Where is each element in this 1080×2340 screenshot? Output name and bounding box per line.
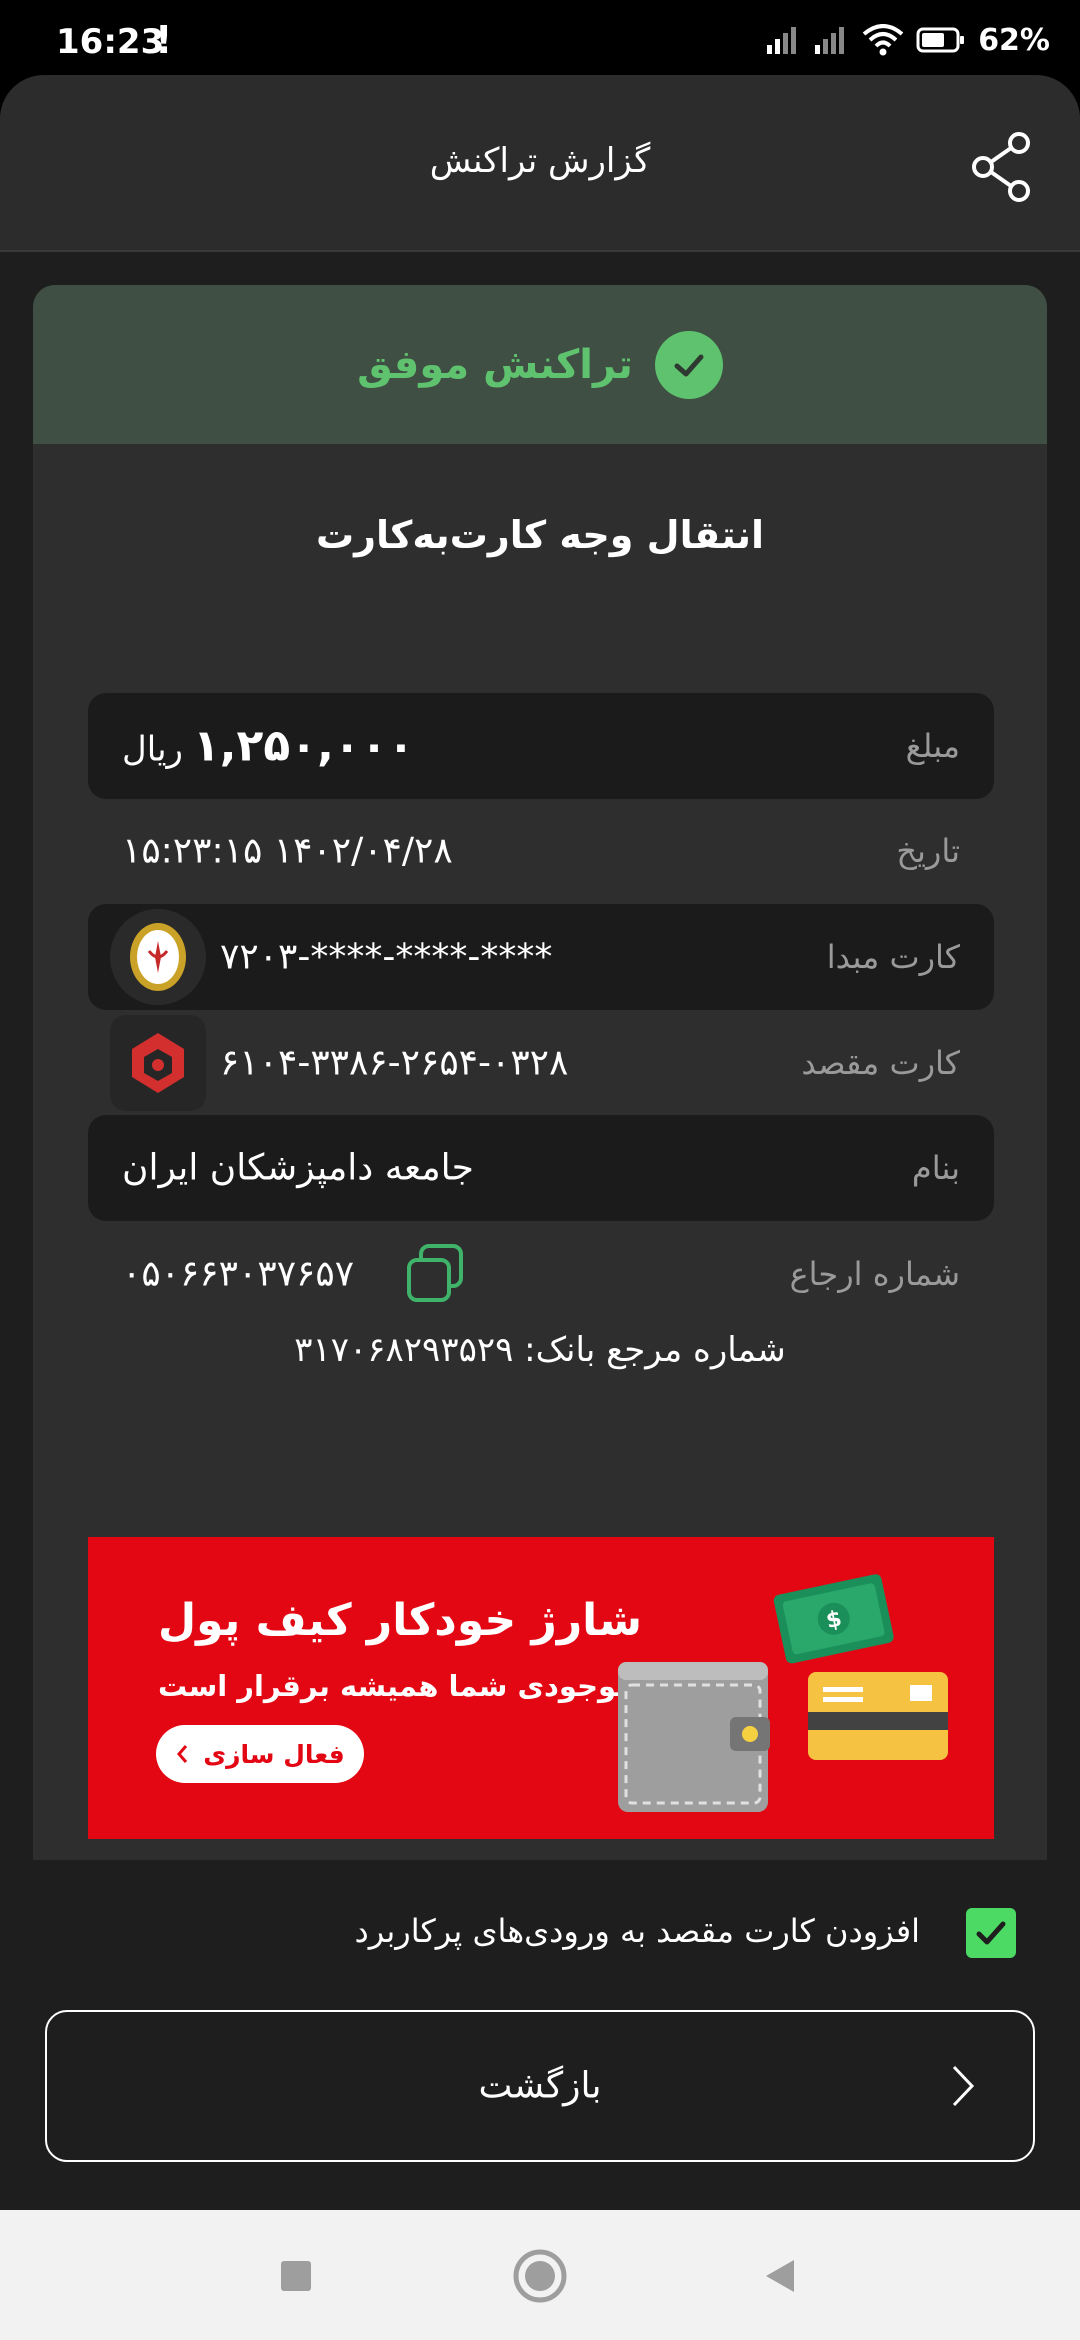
source-card-number: ****-****-****-۷۲۰۳ [220, 936, 553, 978]
share-button[interactable] [962, 127, 1042, 207]
amount-value: ۱,۲۵۰,۰۰۰ریال [122, 721, 414, 772]
system-nav-bar [0, 2210, 1080, 2340]
amount-unit: ریال [122, 729, 183, 770]
add-favorite-label: افزودن کارت مقصد به ورودی‌های پرکاربرد [354, 1912, 920, 1950]
status-bar: 16:23 ! 62% [0, 0, 1080, 75]
back-button[interactable]: بازگشت [45, 2010, 1035, 2162]
amount-row: مبلغ ۱,۲۵۰,۰۰۰ریال [88, 693, 994, 799]
share-icon [972, 132, 1030, 202]
transaction-type: انتقال وجه کارت‌به‌کارت [315, 513, 765, 557]
success-banner: تراکنش موفق [33, 285, 1047, 444]
status-icons: 62% [766, 22, 1050, 58]
back-label: بازگشت [478, 2065, 602, 2107]
bank-melli-logo-icon [110, 909, 206, 1005]
square-icon [281, 2261, 311, 2291]
bottom-panel: افزودن کارت مقصد به ورودی‌های پرکاربرد ب… [0, 1860, 1080, 2210]
wallet-autocharge-banner[interactable]: شارژ خودکار کیف پول موجودی شما همیشه برق… [88, 1537, 994, 1839]
success-status: تراکنش موفق [357, 341, 633, 388]
signal-icon [767, 27, 797, 54]
date-row: تاریخ ۱۴۰۲/۰۴/۲۸ ۱۵:۲۳:۱۵ [88, 798, 994, 904]
dest-card-row: کارت مقصد ۶۱۰۴-۳۳۸۶-۲۶۵۴-۰۳۲۸ [88, 1010, 994, 1116]
name-label: بنام [911, 1149, 960, 1187]
triangle-back-icon [766, 2260, 794, 2292]
amount-number: ۱,۲۵۰,۰۰۰ [192, 720, 415, 772]
chevron-left-icon [177, 1745, 188, 1763]
recents-button[interactable] [268, 2248, 324, 2304]
reference-label: شماره ارجاع [789, 1255, 960, 1293]
source-card-label: کارت مبدا [826, 938, 960, 976]
status-time: 16:23 [56, 22, 165, 62]
bank-reference: شماره مرجع بانک: ۳۱۷۰۶۸۲۹۳۵۲۹ [294, 1330, 786, 1370]
copy-icon[interactable] [403, 1242, 467, 1306]
receipt-card: تراکنش موفق انتقال وجه کارت‌به‌کارت مبلغ… [33, 285, 1047, 1875]
battery-percent: 62% [978, 22, 1050, 58]
alert-icon: ! [155, 18, 173, 62]
check-icon [976, 1921, 1006, 1945]
reference-number: ۰۵۰۶۶۳۰۳۷۶۵۷ [122, 1253, 355, 1295]
battery-icon [916, 27, 965, 53]
reference-row: شماره ارجاع ۰۵۰۶۶۳۰۳۷۶۵۷ [88, 1221, 994, 1327]
promo-title: شارژ خودکار کیف پول [158, 1595, 642, 1646]
home-button[interactable] [512, 2248, 568, 2304]
chevron-right-icon [952, 2065, 975, 2107]
source-card-row: کارت مبدا ****-****-****-۷۲۰۳ [88, 904, 994, 1010]
wifi-icon [862, 24, 904, 56]
app-header: گزارش تراکنش [0, 75, 1080, 252]
check-circle-icon [654, 330, 723, 399]
promo-subtitle: موجودی شما همیشه برقرار است [158, 1669, 635, 1703]
activate-button[interactable]: فعال سازی [156, 1725, 364, 1783]
add-favorite-checkbox[interactable] [966, 1908, 1016, 1958]
date-value: ۱۴۰۲/۰۴/۲۸ ۱۵:۲۳:۱۵ [122, 830, 453, 872]
date-label: تاریخ [896, 832, 960, 870]
activate-label: فعال سازی [203, 1739, 345, 1769]
name-row: بنام جامعه دامپزشکان ایران [88, 1115, 994, 1221]
bank-mellat-logo-icon [110, 1015, 206, 1111]
home-circle-icon [513, 2249, 567, 2303]
wallet-illustration-icon: $ [618, 1574, 948, 1812]
back-nav-button[interactable] [752, 2248, 808, 2304]
amount-label: مبلغ [905, 727, 960, 765]
dest-card-label: کارت مقصد [801, 1044, 960, 1082]
signal-icon-2 [815, 27, 845, 54]
recipient-name: جامعه دامپزشکان ایران [122, 1147, 474, 1189]
dest-card-number: ۶۱۰۴-۳۳۸۶-۲۶۵۴-۰۳۲۸ [220, 1042, 569, 1084]
page-title: گزارش تراکنش [429, 141, 651, 181]
